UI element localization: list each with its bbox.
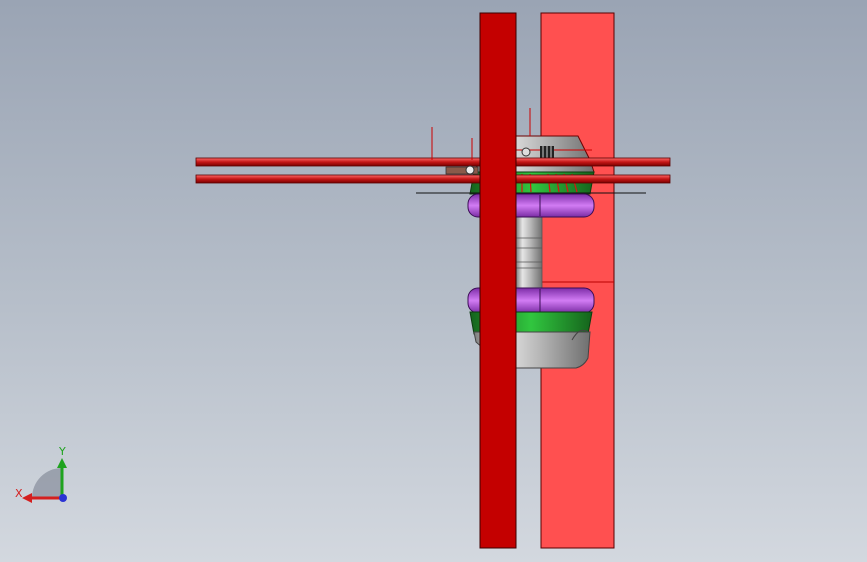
left-column[interactable] (479, 12, 517, 549)
coordinate-triad: X Y (15, 445, 67, 503)
z-axis-dot (59, 494, 67, 502)
y-axis-label: Y (58, 445, 66, 458)
lower-beam[interactable] (195, 174, 671, 184)
fastener-icon (445, 165, 479, 175)
upper-beam[interactable] (195, 157, 671, 167)
bolt-icon (521, 147, 531, 157)
right-column[interactable] (540, 12, 615, 549)
model-canvas[interactable]: X Y (0, 0, 867, 562)
cad-viewport[interactable]: X Y (0, 0, 867, 562)
shaft[interactable] (515, 214, 543, 294)
x-axis-label: X (15, 487, 23, 500)
